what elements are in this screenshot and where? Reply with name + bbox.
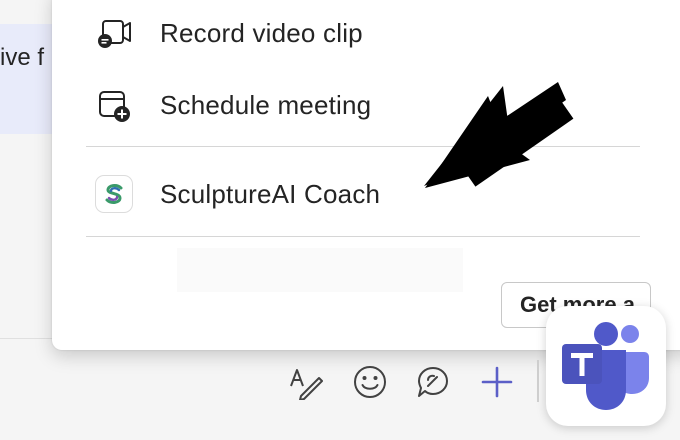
menu-footer-spacer: [177, 248, 463, 292]
teams-compose-screen: ive f Record video clip Schedule meeting…: [0, 0, 680, 440]
menu-item-schedule-meeting[interactable]: Schedule meeting: [96, 80, 616, 130]
emoji-icon[interactable]: [352, 364, 388, 400]
chat-message-text: ive f: [0, 44, 45, 71]
menu-item-label: Record video clip: [160, 17, 363, 48]
menu-divider: [86, 236, 640, 237]
sculpture-ai-app-icon: [96, 176, 132, 212]
teams-logo-icon: [562, 322, 649, 410]
menu-item-label: SculptureAI Coach: [160, 178, 381, 209]
teams-logo-badge: [546, 306, 666, 426]
menu-item-sculpture-ai-coach[interactable]: SculptureAI Coach: [96, 169, 616, 219]
menu-item-record-video[interactable]: Record video clip: [96, 8, 616, 58]
menu-item-label: Schedule meeting: [160, 89, 372, 120]
calendar-add-icon: [96, 87, 132, 123]
menu-divider: [86, 146, 640, 147]
plus-icon[interactable]: [479, 364, 515, 400]
toolbar-separator: [537, 360, 539, 402]
format-icon[interactable]: [287, 364, 323, 400]
messaging-extensions-menu: Record video clip Schedule meeting Sculp…: [52, 0, 680, 350]
record-video-icon: [96, 15, 132, 51]
loop-icon[interactable]: [415, 364, 451, 400]
